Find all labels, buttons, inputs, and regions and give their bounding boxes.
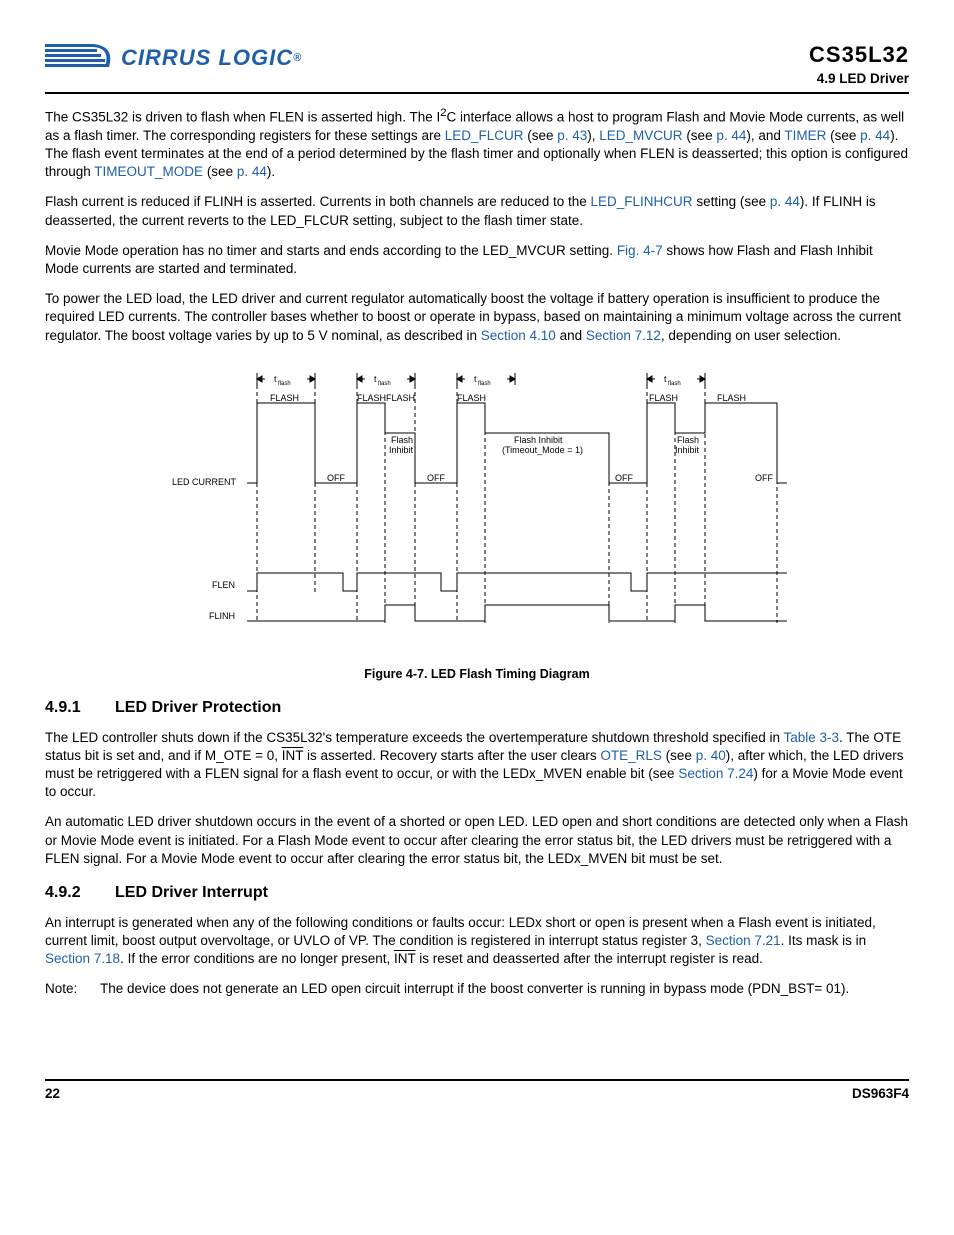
link-table33[interactable]: Table 3-3 (784, 730, 840, 745)
int-signal: INT (282, 748, 304, 763)
doc-title: CS35L32 (809, 40, 909, 70)
note-block: Note: The device does not generate an LE… (45, 980, 909, 998)
header-right: CS35L32 4.9 LED Driver (809, 40, 909, 88)
para-intro-3: Movie Mode operation has no timer and st… (45, 242, 909, 278)
link-p44-c[interactable]: p. 44 (237, 164, 267, 179)
link-fig47[interactable]: Fig. 4-7 (617, 243, 663, 258)
page-number: 22 (45, 1085, 60, 1103)
link-p40[interactable]: p. 40 (696, 748, 726, 763)
svg-text:t: t (274, 374, 277, 384)
svg-text:FLASH: FLASH (457, 393, 486, 403)
link-sec718[interactable]: Section 7.18 (45, 951, 120, 966)
svg-text:FLASH: FLASH (649, 393, 678, 403)
svg-text:OFF: OFF (327, 473, 345, 483)
link-sec712[interactable]: Section 7.12 (586, 328, 661, 343)
para-intro-2: Flash current is reduced if FLINH is ass… (45, 193, 909, 229)
link-timer[interactable]: TIMER (784, 128, 826, 143)
int-signal-2: INT (394, 951, 416, 966)
svg-text:(Timeout_Mode = 1): (Timeout_Mode = 1) (502, 445, 583, 455)
sec491-p1: The LED controller shuts down if the CS3… (45, 729, 909, 802)
page-footer: 22 DS963F4 (45, 1079, 909, 1103)
svg-text:Flash: Flash (677, 435, 699, 445)
para-intro-1: The CS35L32 is driven to flash when FLEN… (45, 106, 909, 181)
svg-text:Inhibit: Inhibit (675, 445, 700, 455)
link-p44-a[interactable]: p. 44 (716, 128, 746, 143)
page-header: CIRRUS LOGIC® CS35L32 4.9 LED Driver (45, 40, 909, 94)
note-label: Note: (45, 980, 100, 998)
svg-text:t: t (474, 374, 477, 384)
figure-caption: Figure 4-7. LED Flash Timing Diagram (45, 666, 909, 683)
heading-491: 4.9.1LED Driver Protection (45, 697, 909, 719)
svg-text:t: t (664, 374, 667, 384)
logo-text: CIRRUS LOGIC® (121, 43, 302, 73)
sec491-p2: An automatic LED driver shutdown occurs … (45, 813, 909, 868)
svg-text:Flash: Flash (391, 435, 413, 445)
svg-text:Flash Inhibit: Flash Inhibit (514, 435, 563, 445)
svg-text:FLASH: FLASH (717, 393, 746, 403)
svg-text:LED CURRENT: LED CURRENT (172, 477, 237, 487)
svg-text:flash: flash (668, 381, 681, 387)
note-text: The device does not generate an LED open… (100, 980, 849, 998)
svg-text:OFF: OFF (755, 473, 773, 483)
link-timeout-mode[interactable]: TIMEOUT_MODE (94, 164, 203, 179)
svg-text:OFF: OFF (427, 473, 445, 483)
heading-492: 4.9.2LED Driver Interrupt (45, 882, 909, 904)
link-ote-rls[interactable]: OTE_RLS (600, 748, 662, 763)
svg-text:FLASH: FLASH (270, 393, 299, 403)
logo: CIRRUS LOGIC® (45, 40, 302, 76)
svg-text:OFF: OFF (615, 473, 633, 483)
svg-text:flash: flash (478, 381, 491, 387)
doc-subtitle: 4.9 LED Driver (809, 70, 909, 88)
link-led-mvcur[interactable]: LED_MVCUR (599, 128, 682, 143)
link-p44-d[interactable]: p. 44 (770, 194, 800, 209)
link-p44-b[interactable]: p. 44 (860, 128, 890, 143)
doc-number: DS963F4 (852, 1085, 909, 1103)
para-intro-4: To power the LED load, the LED driver an… (45, 290, 909, 345)
svg-text:FLEN: FLEN (212, 580, 235, 590)
link-p43[interactable]: p. 43 (557, 128, 587, 143)
svg-text:t: t (374, 374, 377, 384)
link-led-flcur[interactable]: LED_FLCUR (445, 128, 524, 143)
svg-text:Inhibit: Inhibit (389, 445, 414, 455)
link-sec721[interactable]: Section 7.21 (706, 933, 781, 948)
svg-text:FLINH: FLINH (209, 611, 235, 621)
link-sec724[interactable]: Section 7.24 (678, 766, 753, 781)
svg-text:flash: flash (278, 381, 291, 387)
timing-diagram: tflash tflash tflash tflash FLASH FLASH … (157, 363, 797, 658)
link-led-flinhcur[interactable]: LED_FLINHCUR (591, 194, 693, 209)
link-sec410[interactable]: Section 4.10 (481, 328, 556, 343)
logo-mark-icon (45, 40, 115, 76)
svg-text:FLASH: FLASH (386, 393, 415, 403)
svg-text:FLASH: FLASH (357, 393, 386, 403)
svg-text:flash: flash (378, 381, 391, 387)
sec492-p1: An interrupt is generated when any of th… (45, 914, 909, 969)
